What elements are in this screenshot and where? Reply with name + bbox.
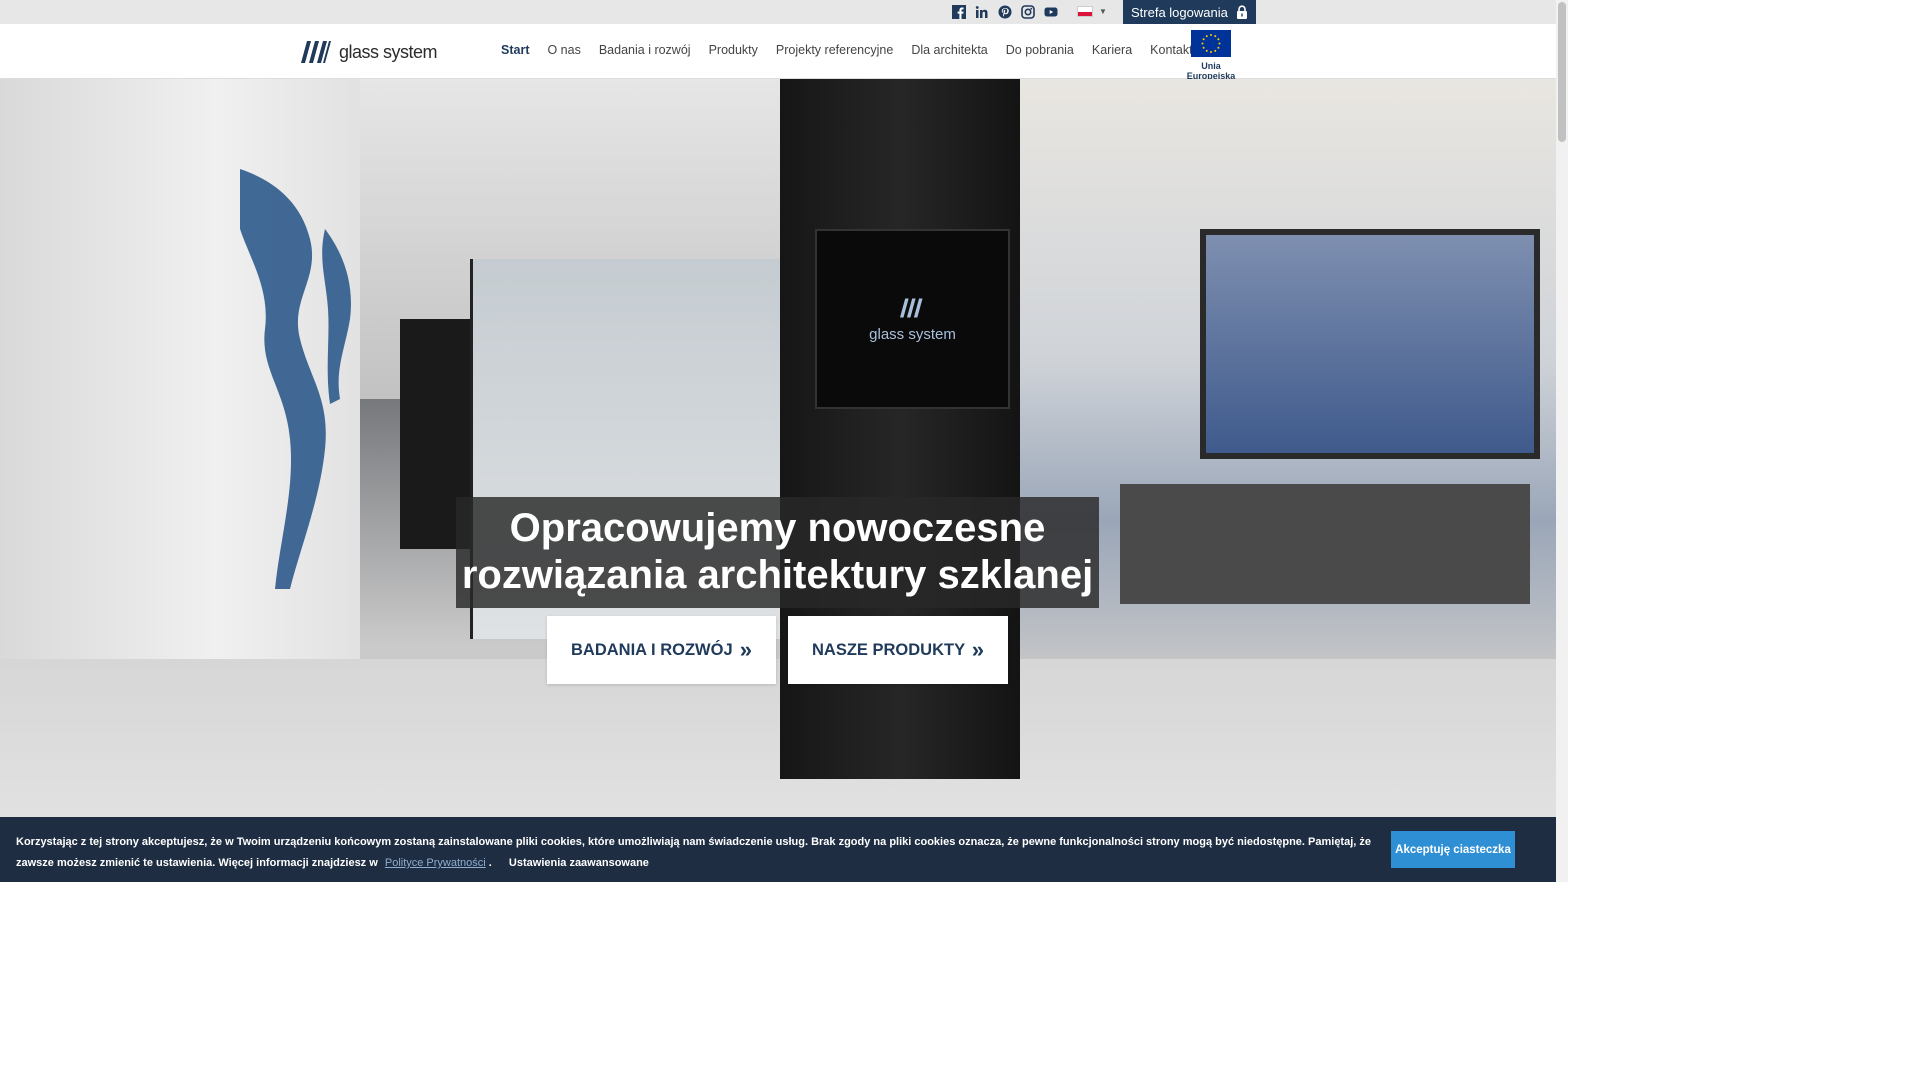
double-chevron-right-icon: » [971, 637, 984, 662]
cta-produkty-label: NASZE PRODUKTY [812, 640, 966, 659]
language-selector[interactable]: ▼ [1077, 6, 1107, 17]
nav-item-kariera[interactable]: Kariera [1083, 43, 1141, 57]
youtube-icon[interactable] [1044, 5, 1058, 19]
nav-item-do-pobrania[interactable]: Do pobrania [997, 43, 1083, 57]
nav-item-produkty[interactable]: Produkty [700, 43, 767, 57]
facebook-icon[interactable] [952, 5, 966, 19]
accept-cookies-button[interactable]: Akceptuję ciasteczka [1391, 831, 1515, 868]
nav-item-dla-architekta[interactable]: Dla architekta [902, 43, 996, 57]
cookie-message: Korzystając z tej strony akceptujesz, że… [16, 836, 1372, 869]
nav-item-badania-i-rozwoj[interactable]: Badania i rozwój [590, 43, 700, 57]
pinterest-icon[interactable] [998, 5, 1012, 19]
advanced-settings-link[interactable]: Ustawienia zaawansowane [509, 857, 649, 869]
hero-tv-screen: glass system [815, 229, 1010, 409]
nav-item-projekty-referencyjne[interactable]: Projekty referencyjne [767, 43, 902, 57]
tv-logo-icon [899, 297, 923, 318]
hero-section: glass system [0, 79, 1556, 882]
hero-headline-line1: Opracowujemy nowoczesne [509, 506, 1046, 550]
linkedin-icon[interactable] [975, 5, 989, 19]
eu-flag-icon [1191, 30, 1231, 57]
hero-background-world-map [240, 169, 351, 589]
tv-logo-text: glass system [869, 325, 956, 343]
instagram-icon[interactable] [1021, 5, 1035, 19]
hero-headline: Opracowujemy nowoczesne rozwiązania arch… [456, 497, 1099, 608]
site-logo[interactable]: glass system [301, 40, 438, 64]
nav-item-start[interactable]: Start [492, 43, 538, 57]
lock-icon [1236, 5, 1248, 19]
eu-label: Unia Europejska [1186, 61, 1236, 81]
hero-background-window [1200, 229, 1540, 459]
chevron-down-icon: ▼ [1099, 7, 1107, 16]
login-button[interactable]: Strefa logowania [1123, 0, 1256, 24]
main-menu: Start O nas Badania i rozwój Produkty Pr… [492, 43, 1202, 57]
cookie-text: Korzystając z tej strony akceptujesz, że… [16, 832, 1376, 874]
hero-background-desk [1120, 484, 1530, 604]
cookie-banner: Korzystając z tej strony akceptujesz, że… [0, 817, 1556, 882]
top-bar: ▼ Strefa logowania [0, 0, 1556, 24]
logo-text: glass system [339, 41, 438, 62]
glass-system-logo-icon [301, 41, 331, 63]
social-links [952, 5, 1058, 20]
cookie-period: . [488, 857, 492, 869]
login-label: Strefa logowania [1131, 4, 1228, 20]
double-chevron-right-icon: » [739, 637, 752, 662]
cta-badania-i-rozwoj-button[interactable]: BADANIA I ROZWÓJ » [547, 616, 776, 684]
main-navbar: glass system Start O nas Badania i rozwó… [0, 24, 1556, 81]
privacy-policy-link[interactable]: Polityce Prywatności [385, 857, 486, 869]
hero-headline-line2: rozwiązania architektury szklanej [461, 553, 1094, 597]
eu-badge[interactable]: Unia Europejska [1176, 30, 1246, 81]
poland-flag-icon [1077, 6, 1093, 17]
cta-badania-label: BADANIA I ROZWÓJ [571, 640, 733, 659]
cta-nasze-produkty-button[interactable]: NASZE PRODUKTY » [788, 616, 1008, 684]
scrollbar-thumb[interactable] [1558, 2, 1566, 142]
nav-item-o-nas[interactable]: O nas [538, 43, 589, 57]
page-scrollbar[interactable] [1556, 0, 1568, 882]
